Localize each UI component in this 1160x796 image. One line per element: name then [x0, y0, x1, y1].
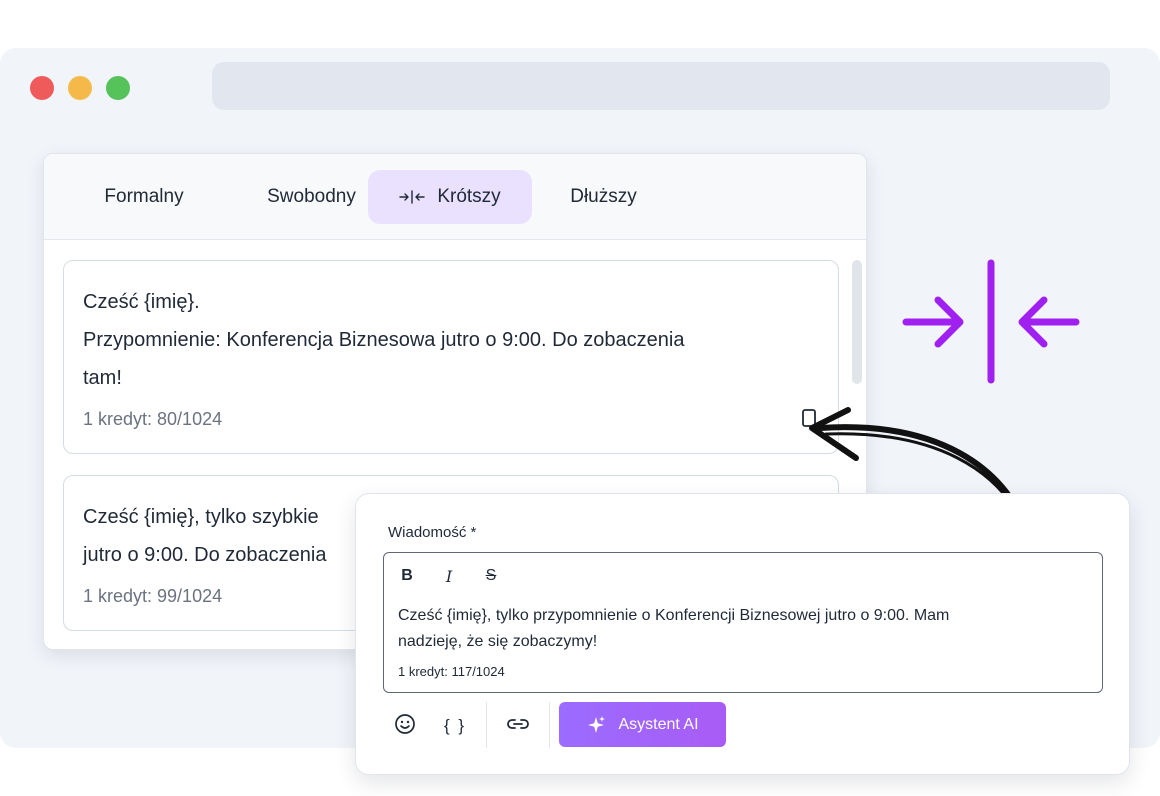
- message-editor[interactable]: B I S Cześć {imię}, tylko przypomnienie …: [383, 552, 1103, 693]
- suggestion-line: Cześć {imię}.: [83, 291, 200, 313]
- variables-button[interactable]: { }: [440, 706, 470, 746]
- credit-counter: 1 kredyt: 117/1024: [398, 664, 505, 679]
- toolbar-divider: [549, 702, 550, 748]
- ai-button-label: Asystent AI: [618, 715, 699, 733]
- toolbar-divider: [486, 702, 487, 748]
- message-line: Cześć {imię}, tylko przypomnienie o Konf…: [398, 607, 950, 624]
- link-button[interactable]: [503, 706, 533, 746]
- credit-counter: 1 kredyt: 80/1024: [83, 409, 223, 429]
- message-label: Wiadomość *: [388, 524, 477, 541]
- bold-button[interactable]: B: [394, 563, 420, 589]
- address-bar[interactable]: [212, 62, 1110, 110]
- window-minimize-button[interactable]: [68, 76, 92, 100]
- tab-longer[interactable]: Dłuższy: [541, 170, 666, 224]
- compress-icon: [399, 190, 426, 204]
- smiley-icon: [394, 713, 416, 740]
- italic-button[interactable]: I: [436, 563, 462, 589]
- message-line: nadzieję, że się zobaczymy!: [398, 633, 598, 650]
- strikethrough-button[interactable]: S: [478, 563, 504, 589]
- tab-formal[interactable]: Formalny: [69, 170, 219, 224]
- tab-label: Dłuższy: [570, 186, 637, 207]
- suggestion-line: tam!: [83, 367, 122, 389]
- tab-label: Formalny: [104, 186, 184, 207]
- suggestion-card[interactable]: Cześć {imię}. Przypomnienie: Konferencja…: [63, 260, 839, 454]
- message-text[interactable]: Cześć {imię}, tylko przypomnienie o Konf…: [398, 603, 1088, 655]
- message-editor-card: Wiadomość * B I S Cześć {imię}, tylko pr…: [355, 493, 1130, 775]
- credit-counter: 1 kredyt: 99/1024: [83, 586, 223, 606]
- suggestion-text: Cześć {imię}. Przypomnienie: Konferencja…: [83, 283, 813, 397]
- compress-icon: [898, 256, 1084, 393]
- tab-label: Krótszy: [437, 186, 501, 207]
- tab-label: Swobodny: [267, 186, 356, 207]
- window-close-button[interactable]: [30, 76, 54, 100]
- tone-tabs: Formalny Swobodny Krótszy Dłuższy: [44, 154, 866, 240]
- sparkle-icon: [586, 715, 606, 735]
- emoji-button[interactable]: [390, 706, 420, 746]
- link-icon: [506, 717, 530, 736]
- ai-assistant-button[interactable]: Asystent AI: [559, 702, 726, 747]
- scrollbar[interactable]: [852, 260, 862, 384]
- window-maximize-button[interactable]: [106, 76, 130, 100]
- tab-shorter[interactable]: Krótszy: [368, 170, 532, 224]
- suggestion-line: Przypomnienie: Konferencja Biznesowa jut…: [83, 329, 685, 351]
